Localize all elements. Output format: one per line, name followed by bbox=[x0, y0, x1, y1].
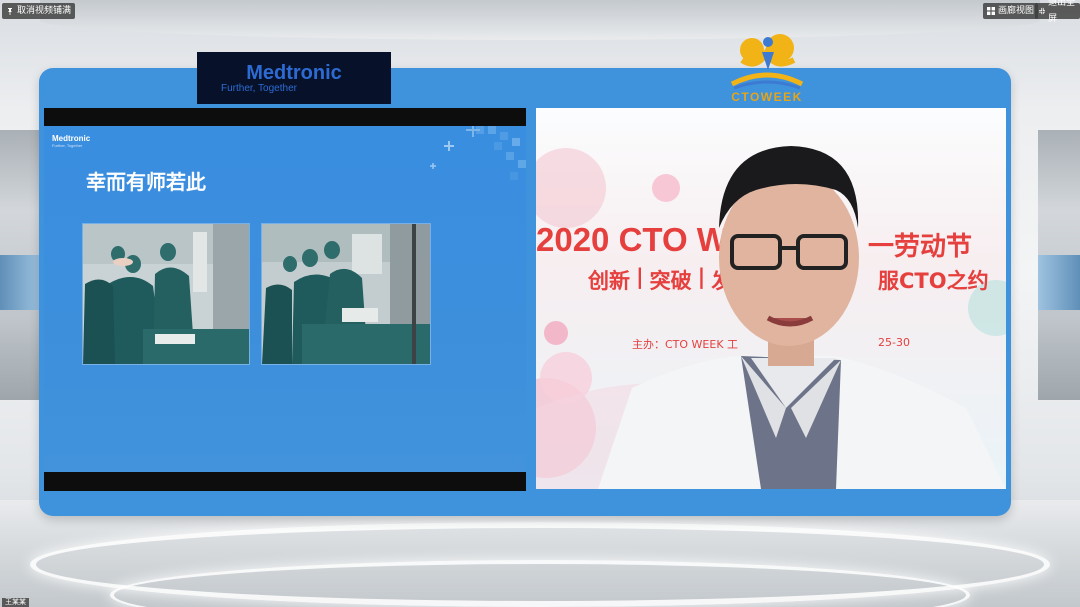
participant-name-tag: 王某某 bbox=[2, 598, 29, 607]
event-logo-text: CTOWEEK bbox=[731, 90, 803, 104]
exit-fullscreen-icon bbox=[1039, 7, 1046, 15]
slide-brand: Medtronic Further, Together bbox=[52, 134, 90, 148]
studio-left-screen bbox=[0, 255, 42, 310]
exit-fullscreen-button[interactable]: 退出全屏 bbox=[1035, 0, 1080, 24]
sponsor-brand: Medtronic bbox=[246, 62, 342, 84]
sponsor-tagline: Further, Together bbox=[221, 83, 297, 94]
surgery-photo-2 bbox=[262, 224, 430, 364]
cancel-fill-label: 取消视频铺满 bbox=[17, 6, 72, 16]
pin-icon bbox=[8, 8, 12, 15]
presenter-video: 2020 CTO W 一劳动节 创新 | 突破 | 发 服CTO之约 主办：CT… bbox=[536, 108, 1006, 489]
gallery-view-button[interactable]: 画廊视图 bbox=[983, 3, 1039, 19]
event-logo-figure-icon bbox=[730, 34, 804, 90]
sponsor-logo: Medtronic Further, Together bbox=[197, 52, 391, 104]
slide-decoration-pattern bbox=[430, 126, 526, 180]
grid-icon bbox=[987, 7, 995, 15]
shared-slide: Medtronic Further, Together 幸而有师若此 bbox=[44, 126, 526, 472]
cancel-fill-button[interactable]: 取消视频铺满 bbox=[2, 3, 76, 19]
event-logo: CTOWEEK bbox=[712, 30, 822, 106]
exit-fullscreen-label: 退出全屏 bbox=[1048, 0, 1076, 24]
slide-title: 幸而有师若此 bbox=[86, 170, 206, 194]
slide-brand-name: Medtronic bbox=[52, 134, 91, 143]
studio-right-screen bbox=[1038, 255, 1080, 310]
gallery-view-label: 画廊视图 bbox=[998, 6, 1035, 16]
presenter-figure bbox=[598, 146, 1006, 489]
studio-ceiling bbox=[40, 0, 1040, 40]
slide-brand-sub: Further, Together bbox=[52, 143, 83, 148]
surgery-photo-1 bbox=[83, 224, 249, 364]
